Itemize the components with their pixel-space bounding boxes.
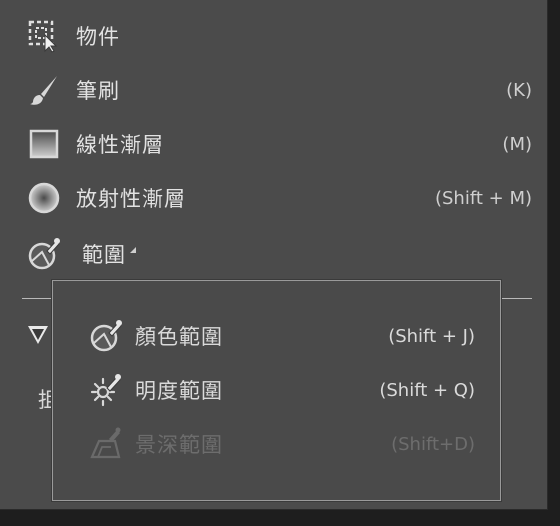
menu-item-brush[interactable]: 筆刷 (K) — [24, 70, 536, 110]
menu-item-object[interactable]: 物件 — [24, 16, 536, 56]
color-range-icon — [89, 319, 123, 353]
shortcut-label: (Shift + Q) — [379, 379, 475, 401]
shortcut-label: (M) — [502, 133, 532, 155]
menu-item-label: 線性漸層 — [76, 133, 164, 157]
depth-range-icon — [89, 427, 123, 461]
shortcut-label: (Shift + J) — [388, 325, 475, 347]
menu-item-label: 範圍 — [82, 243, 126, 267]
menu-item-radial-gradient[interactable]: 放射性漸層 (Shift + M) — [24, 178, 536, 218]
range-mask-icon — [24, 234, 64, 274]
linear-gradient-icon — [24, 124, 64, 164]
object-select-icon — [24, 16, 64, 56]
menu-item-label: 物件 — [76, 25, 120, 49]
menu-item-range[interactable]: 範圍 — [24, 234, 536, 274]
brush-icon — [24, 70, 64, 110]
submenu-item-label: 顏色範圍 — [135, 325, 223, 349]
luminance-range-icon — [89, 373, 123, 407]
submenu-item-label: 明度範圍 — [135, 379, 223, 403]
menu-item-label: 放射性漸層 — [76, 187, 186, 211]
submenu-item-luminance-range[interactable]: 明度範圍 (Shift + Q) — [89, 370, 475, 410]
shortcut-label: (Shift+D) — [391, 433, 475, 455]
range-submenu: 顏色範圍 (Shift + J) 明度範圍 (Shift + Q) 景深範圍 (… — [52, 280, 501, 501]
radial-gradient-icon — [24, 178, 64, 218]
disclosure-triangle-icon[interactable] — [28, 326, 48, 344]
submenu-item-label: 景深範圍 — [135, 433, 223, 457]
menu-item-linear-gradient[interactable]: 線性漸層 (M) — [24, 124, 536, 164]
submenu-item-depth-range: 景深範圍 (Shift+D) — [89, 424, 475, 464]
submenu-arrow-icon — [130, 247, 136, 253]
menu-item-label: 筆刷 — [76, 79, 120, 103]
shortcut-label: (K) — [506, 79, 532, 101]
shortcut-label: (Shift + M) — [434, 187, 532, 209]
submenu-item-color-range[interactable]: 顏色範圍 (Shift + J) — [89, 316, 475, 356]
